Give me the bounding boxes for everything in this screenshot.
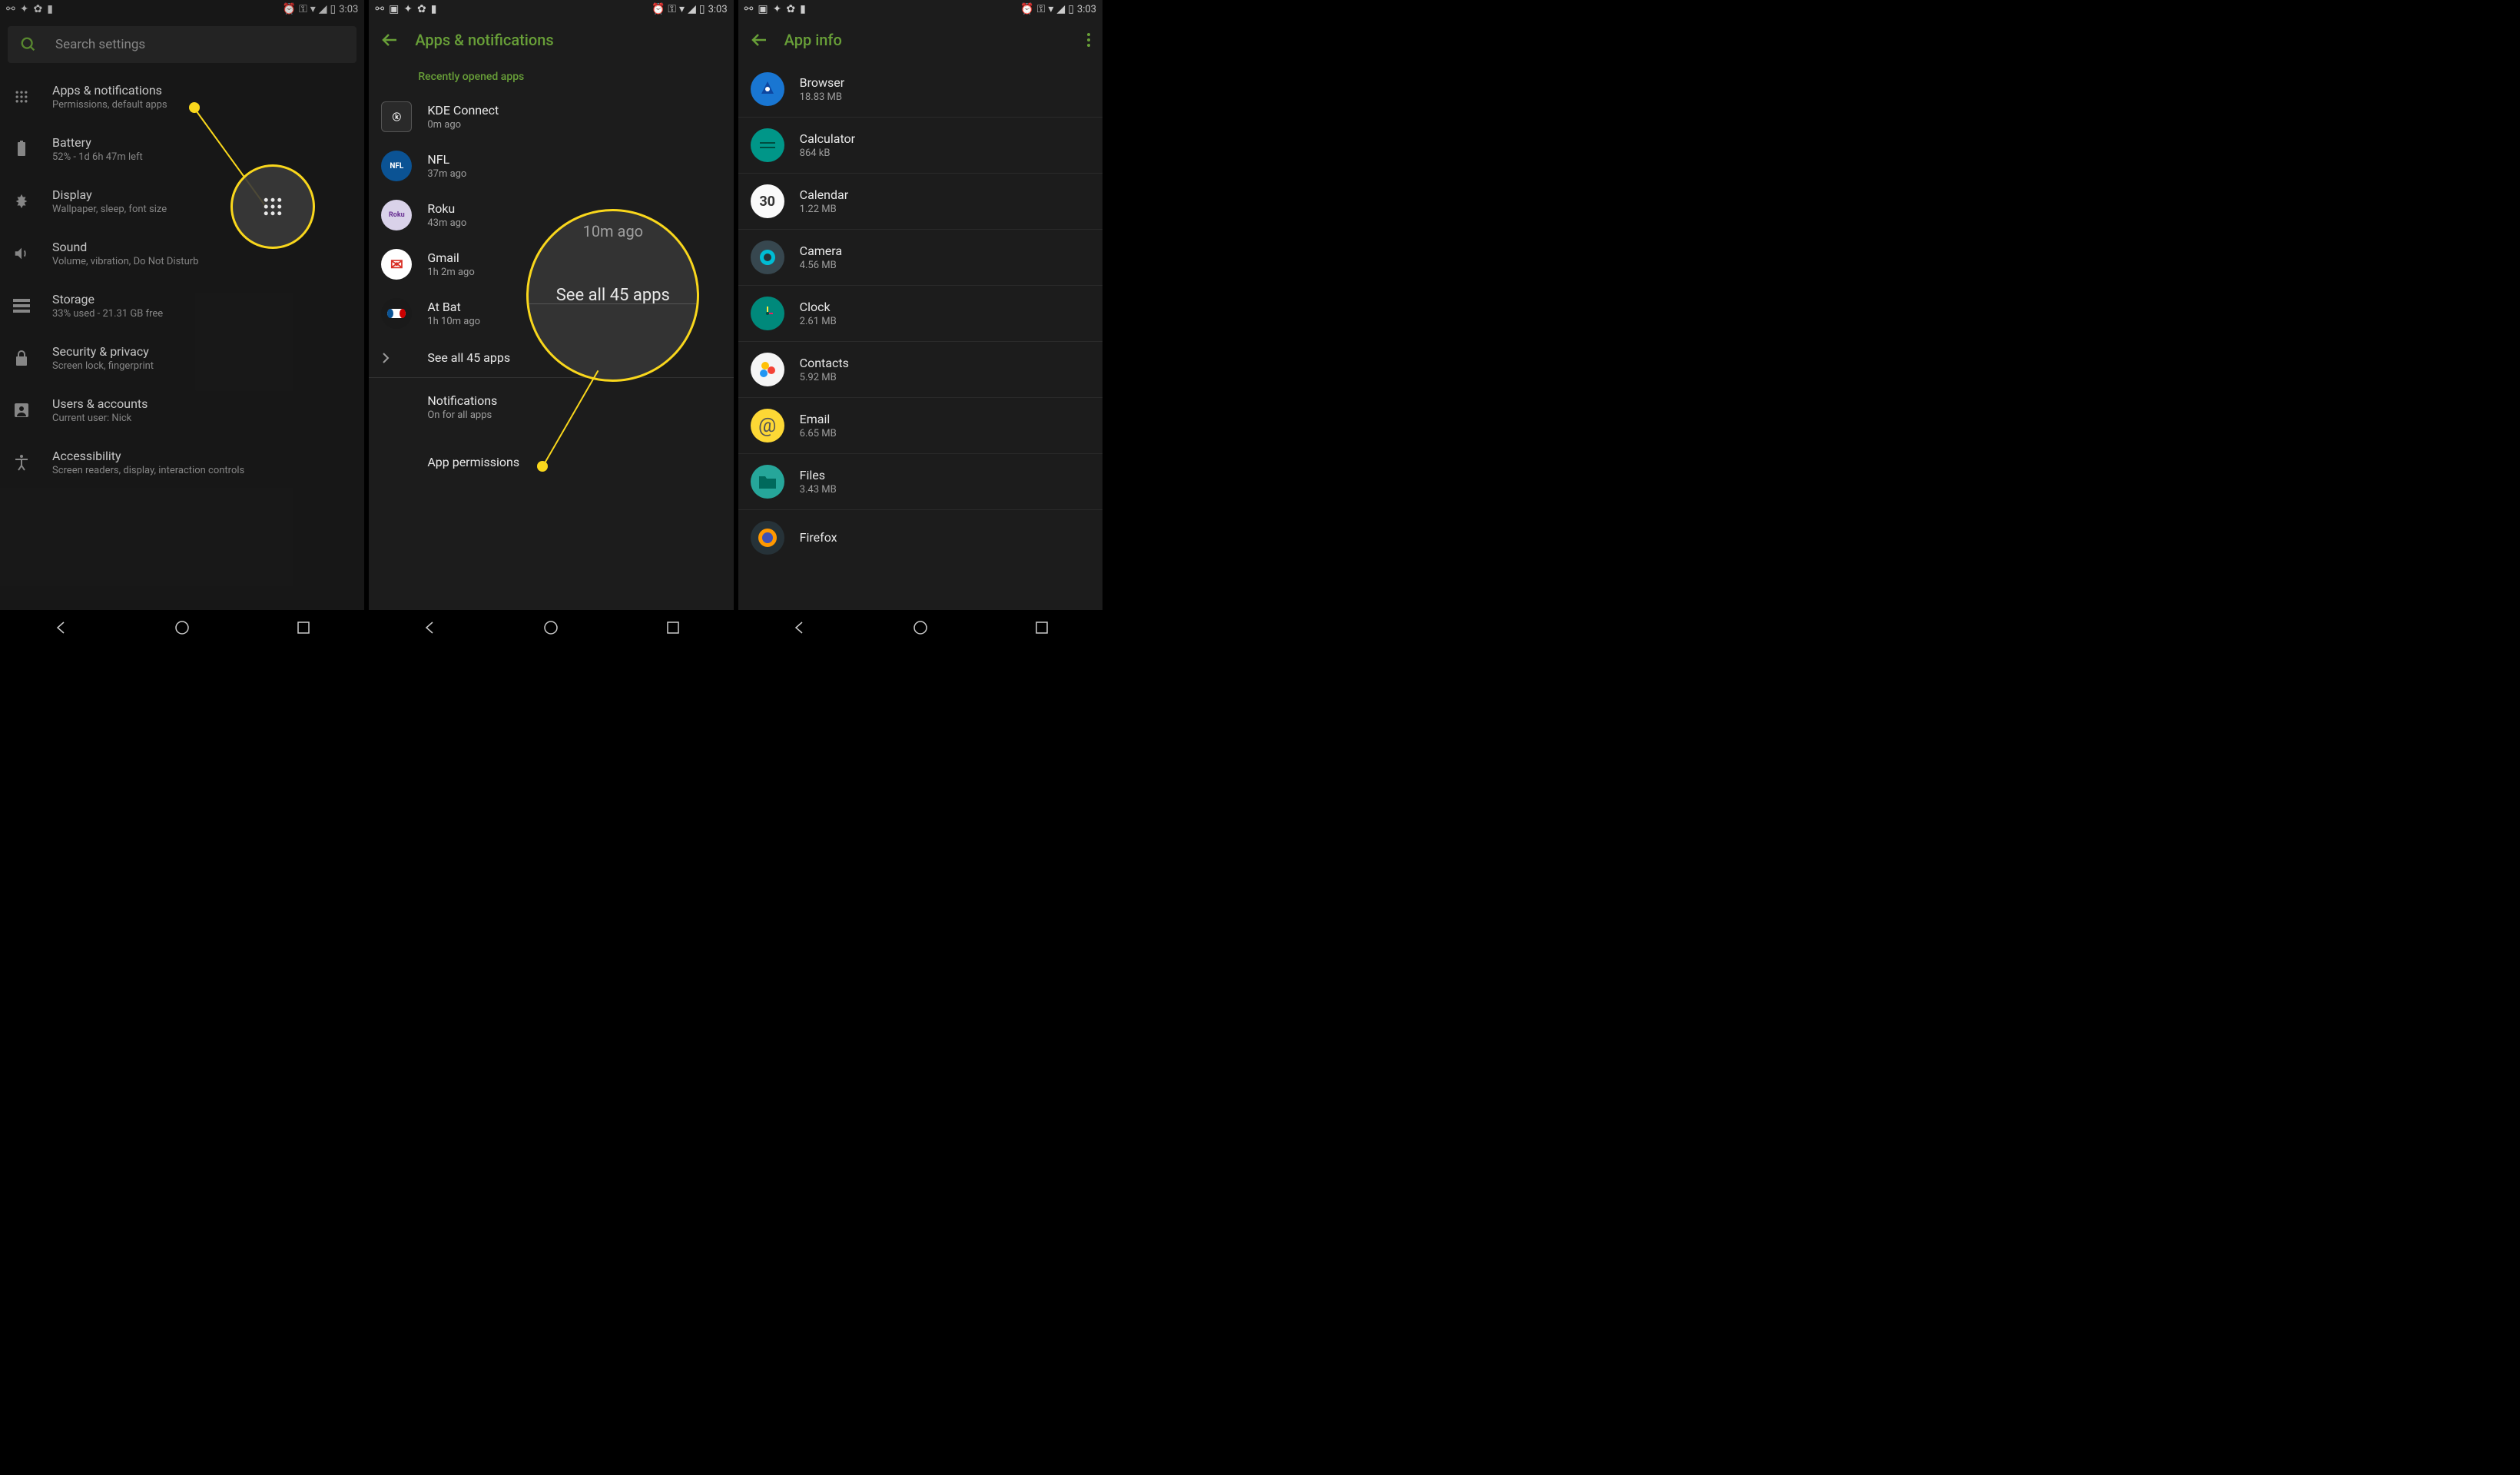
app-icon-gmail: ✉	[381, 249, 412, 280]
more-icon[interactable]	[1087, 33, 1090, 47]
app-icon-roku: Roku	[381, 200, 412, 230]
settings-item-sound[interactable]: Sound Volume, vibration, Do Not Disturb	[12, 227, 352, 280]
search-placeholder: Search settings	[55, 37, 145, 52]
signal-icon: ◢	[319, 3, 327, 15]
recent-item-atbat[interactable]: At Bat 1h 10m ago	[369, 289, 733, 338]
app-icon-contacts	[751, 353, 784, 386]
app-icon-calendar: 30	[751, 184, 784, 218]
wifi-icon: ▾	[310, 3, 316, 15]
recent-apps-list: ⓚ KDE Connect 0m ago NFL NFL 37m ago Rok…	[369, 92, 733, 377]
app-info-list: Browser 18.83 MB Calculator 864 kB 30 Ca…	[738, 61, 1102, 565]
settings-item-security[interactable]: Security & privacy Screen lock, fingerpr…	[12, 332, 352, 384]
chevron-right-icon	[381, 352, 412, 364]
apps-icon	[12, 88, 31, 106]
app-icon-browser	[751, 72, 784, 106]
app-icon-clock	[751, 297, 784, 330]
voicemail-icon: ⚯	[6, 3, 15, 15]
home-button[interactable]	[911, 618, 930, 637]
app-icon: ✦	[20, 3, 29, 15]
app-icon-camera	[751, 240, 784, 274]
app-item-contacts[interactable]: Contacts 5.92 MB	[738, 342, 1102, 398]
recents-button[interactable]	[294, 618, 313, 637]
app-item-email[interactable]: @ Email 6.65 MB	[738, 398, 1102, 454]
person-icon	[12, 401, 31, 419]
recent-item-nfl[interactable]: NFL NFL 37m ago	[369, 141, 733, 191]
recents-button[interactable]	[664, 618, 682, 637]
notifications-item[interactable]: Notifications On for all apps	[369, 378, 733, 436]
screen-title: App info	[784, 31, 842, 49]
recent-item-gmail[interactable]: ✉ Gmail 1h 2m ago	[369, 240, 733, 289]
screen-app-info: ⚯ ▣ ✦ ✿ ▮ ⏰ ⚿ ▾ ◢ ▯ 3:03 App info	[738, 0, 1102, 645]
navigation-bar	[738, 610, 1102, 645]
app-permissions-item[interactable]: App permissions	[369, 436, 733, 489]
app-item-clock[interactable]: Clock 2.61 MB	[738, 286, 1102, 342]
brightness-icon	[12, 192, 31, 210]
recent-item-roku[interactable]: Roku Roku 43m ago	[369, 191, 733, 240]
app-icon-nfl: NFL	[381, 151, 412, 181]
app-item-browser[interactable]: Browser 18.83 MB	[738, 61, 1102, 118]
see-all-apps[interactable]: See all 45 apps	[369, 338, 733, 377]
app-item-firefox[interactable]: Firefox	[738, 510, 1102, 565]
app-item-camera[interactable]: Camera 4.56 MB	[738, 230, 1102, 286]
app-icon-calculator	[751, 128, 784, 162]
settings-sub: Permissions, default apps	[52, 99, 352, 111]
navigation-bar	[0, 610, 364, 645]
app-item-files[interactable]: Files 3.43 MB	[738, 454, 1102, 510]
back-button[interactable]	[420, 618, 439, 637]
section-label: Recently opened apps	[369, 61, 733, 92]
storage-icon	[12, 297, 31, 315]
screen-apps-notifications: ⚯ ▣ ✦ ✿ ▮ ⏰ ⚿ ▾ ◢ ▯ 3:03 Apps & notifica…	[369, 0, 733, 645]
settings-item-users[interactable]: Users & accounts Current user: Nick	[12, 384, 352, 436]
key-icon: ⚿	[299, 3, 307, 15]
settings-title: Apps & notifications	[52, 83, 352, 98]
status-bar: ⚯ ▣ ✦ ✿ ▮ ⏰ ⚿ ▾ ◢ ▯ 3:03	[738, 0, 1102, 18]
clock-text: 3:03	[339, 4, 358, 15]
settings-item-accessibility[interactable]: Accessibility Screen readers, display, i…	[12, 436, 352, 489]
recent-item-kde[interactable]: ⓚ KDE Connect 0m ago	[369, 92, 733, 141]
app-icon-atbat	[381, 298, 412, 329]
search-bar[interactable]: Search settings	[8, 26, 356, 63]
home-button[interactable]	[173, 618, 191, 637]
navigation-bar	[369, 610, 733, 645]
home-button[interactable]	[542, 618, 560, 637]
battery-icon	[12, 140, 31, 158]
back-button[interactable]	[51, 618, 70, 637]
status-bar: ⚯ ✦ ✿ ▮ ⏰ ⚿ ▾ ◢ ▯ 3:03	[0, 0, 364, 18]
recents-button[interactable]	[1033, 618, 1051, 637]
volume-icon	[12, 244, 31, 263]
app-bar: App info	[738, 18, 1102, 61]
app-item-calendar[interactable]: 30 Calendar 1.22 MB	[738, 174, 1102, 230]
app-icon-files	[751, 465, 784, 499]
settings-item-storage[interactable]: Storage 33% used - 21.31 GB free	[12, 280, 352, 332]
app-icon-firefox	[751, 521, 784, 555]
alarm-icon: ⏰	[283, 3, 296, 15]
app-item-calculator[interactable]: Calculator 864 kB	[738, 118, 1102, 174]
app-bar: Apps & notifications	[369, 18, 733, 61]
app-icon-email: @	[751, 409, 784, 442]
app-icon-kde: ⓚ	[381, 101, 412, 132]
search-icon	[20, 36, 37, 53]
lock-icon	[12, 349, 31, 367]
battery-half-icon: ▯	[330, 3, 337, 15]
settings-item-battery[interactable]: Battery 52% - 1d 6h 47m left	[12, 123, 352, 175]
screen-title: Apps & notifications	[415, 31, 553, 49]
battery-icon: ▮	[47, 3, 53, 15]
screen-settings: ⚯ ✦ ✿ ▮ ⏰ ⚿ ▾ ◢ ▯ 3:03 Search settings	[0, 0, 364, 645]
leaf-icon: ✿	[33, 3, 42, 15]
accessibility-icon	[12, 453, 31, 472]
back-arrow-icon[interactable]	[381, 31, 400, 49]
back-button[interactable]	[790, 618, 808, 637]
settings-list: Apps & notifications Permissions, defaul…	[0, 71, 364, 489]
status-bar: ⚯ ▣ ✦ ✿ ▮ ⏰ ⚿ ▾ ◢ ▯ 3:03	[369, 0, 733, 18]
back-arrow-icon[interactable]	[751, 31, 769, 49]
settings-item-display[interactable]: Display Wallpaper, sleep, font size	[12, 175, 352, 227]
settings-item-apps[interactable]: Apps & notifications Permissions, defaul…	[12, 71, 352, 123]
